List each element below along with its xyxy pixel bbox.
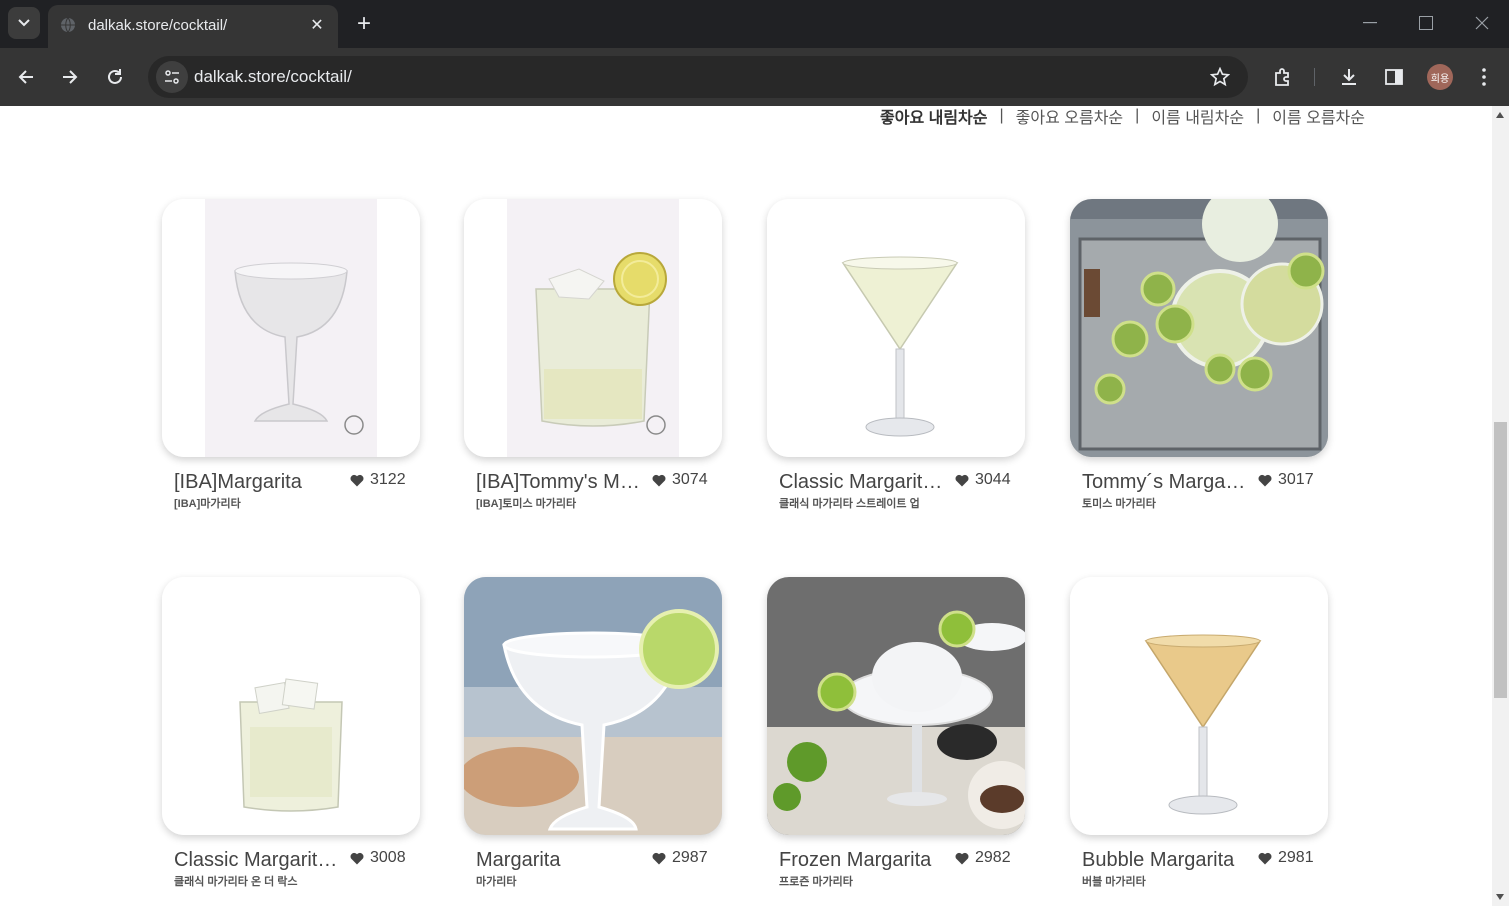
extensions-icon[interactable] <box>1268 62 1298 92</box>
heart-icon[interactable] <box>955 852 969 865</box>
globe-icon <box>61 17 75 33</box>
close-tab-icon[interactable]: ✕ <box>306 14 328 36</box>
like-count-value: 3017 <box>1278 471 1314 488</box>
cocktail-korean-name: 프로즌 마가리타 <box>779 876 853 888</box>
browser-toolbar: dalkak.store/cocktail/ 희용 <box>0 48 1509 106</box>
page-content: 좋아요 내림차순 | 좋아요 오름차순 | 이름 내림차순 | 이름 오름차순 … <box>0 106 1492 906</box>
bookmark-star-icon[interactable] <box>1208 65 1232 89</box>
heart-icon[interactable] <box>350 852 364 865</box>
like-count[interactable]: 2981 <box>1258 849 1314 867</box>
cocktail-image[interactable] <box>1070 577 1328 835</box>
sort-name-asc[interactable]: 이름 오름차순 <box>1272 106 1365 128</box>
cocktail-name[interactable]: Bubble Margarita <box>1082 849 1250 872</box>
heart-icon[interactable] <box>955 474 969 487</box>
sort-options: 좋아요 내림차순 | 좋아요 오름차순 | 이름 내림차순 | 이름 오름차순 <box>880 106 1365 128</box>
cocktail-image[interactable] <box>1070 199 1328 457</box>
cocktail-card[interactable]: Classic Margarita On The Rocks 클래식 마가리타 … <box>162 577 420 888</box>
cocktail-card[interactable]: Margarita 마가리타 2987 <box>464 577 722 888</box>
reload-icon[interactable] <box>100 62 130 92</box>
like-count-value: 3122 <box>370 471 406 488</box>
cocktail-image[interactable] <box>464 577 722 835</box>
menu-icon[interactable] <box>1469 62 1499 92</box>
cocktail-image[interactable] <box>162 577 420 835</box>
like-count[interactable]: 3008 <box>350 849 406 867</box>
site-info-icon[interactable] <box>156 61 188 93</box>
cocktail-card[interactable]: [IBA]Margarita [IBA]마가리타 3122 <box>162 199 420 510</box>
like-count-value: 3074 <box>672 471 708 488</box>
forward-icon[interactable] <box>55 62 85 92</box>
heart-icon[interactable] <box>350 474 364 487</box>
sort-likes-asc[interactable]: 좋아요 오름차순 <box>1016 106 1124 128</box>
like-count[interactable]: 3122 <box>350 471 406 489</box>
url-text[interactable]: dalkak.store/cocktail/ <box>194 67 352 87</box>
tab-title: dalkak.store/cocktail/ <box>88 17 228 34</box>
download-icon[interactable] <box>1334 62 1364 92</box>
heart-icon[interactable] <box>1258 474 1272 487</box>
toolbar-divider <box>1314 68 1315 86</box>
minimize-icon[interactable] <box>1355 8 1385 38</box>
like-count-value: 2982 <box>975 849 1011 866</box>
like-count-value: 3044 <box>975 471 1011 488</box>
new-tab-button[interactable]: + <box>350 10 378 38</box>
scroll-up-arrow-icon[interactable] <box>1496 112 1504 118</box>
cocktail-korean-name: 클래식 마가리타 스트레이트 업 <box>779 498 920 510</box>
cocktail-image[interactable] <box>162 199 420 457</box>
cocktail-card[interactable]: Bubble Margarita 버블 마가리타 2981 <box>1070 577 1328 888</box>
sort-name-desc[interactable]: 이름 내림차순 <box>1151 106 1244 128</box>
heart-icon[interactable] <box>652 474 666 487</box>
close-window-icon[interactable] <box>1467 8 1497 38</box>
sort-likes-desc[interactable]: 좋아요 내림차순 <box>880 106 988 128</box>
like-count[interactable]: 2987 <box>652 849 708 867</box>
cocktail-name[interactable]: Frozen Margarita <box>779 849 947 872</box>
profile-avatar[interactable]: 희용 <box>1427 64 1453 90</box>
cocktail-card[interactable]: Classic Margarita Straight Up 클래식 마가리타 스… <box>767 199 1025 510</box>
scrollbar-thumb[interactable] <box>1494 422 1507 698</box>
tab-strip: dalkak.store/cocktail/ ✕ + <box>0 0 1509 48</box>
chevron-down-icon <box>18 19 30 27</box>
cocktail-name[interactable]: Classic Margarita On The Rocks <box>174 849 342 872</box>
like-count-value: 2981 <box>1278 849 1314 866</box>
back-icon[interactable] <box>11 62 41 92</box>
cocktail-name[interactable]: Margarita <box>476 849 644 872</box>
maximize-icon[interactable] <box>1411 8 1441 38</box>
cocktail-card[interactable]: Frozen Margarita 프로즌 마가리타 2982 <box>767 577 1025 888</box>
sort-separator: | <box>999 107 1004 124</box>
like-count-value: 3008 <box>370 849 406 866</box>
like-count[interactable]: 3044 <box>955 471 1011 489</box>
side-panel-icon[interactable] <box>1379 62 1409 92</box>
like-count[interactable]: 2982 <box>955 849 1011 867</box>
cocktail-card[interactable]: Tommy´s Margarita 토미스 마가리타 3017 <box>1070 199 1328 510</box>
cocktail-korean-name: 토미스 마가리타 <box>1082 498 1156 510</box>
cocktail-image[interactable] <box>464 199 722 457</box>
like-count[interactable]: 3074 <box>652 471 708 489</box>
heart-icon[interactable] <box>652 852 666 865</box>
like-count-value: 2987 <box>672 849 708 866</box>
sort-separator: | <box>1135 107 1140 124</box>
browser-tab[interactable]: dalkak.store/cocktail/ ✕ <box>48 5 338 48</box>
heart-icon[interactable] <box>1258 852 1272 865</box>
cocktail-korean-name: [IBA]토미스 마가리타 <box>476 498 577 510</box>
cocktail-korean-name: 마가리타 <box>476 876 517 888</box>
cocktail-korean-name: [IBA]마가리타 <box>174 498 241 510</box>
like-count[interactable]: 3017 <box>1258 471 1314 489</box>
cocktail-name[interactable]: Classic Margarita Straight Up <box>779 471 947 494</box>
cocktail-image[interactable] <box>767 199 1025 457</box>
cocktail-korean-name: 클래식 마가리타 온 더 락스 <box>174 876 298 888</box>
address-bar[interactable]: dalkak.store/cocktail/ <box>148 56 1248 98</box>
cocktail-card[interactable]: [IBA]Tommy's Margarita [IBA]토미스 마가리타 307… <box>464 199 722 510</box>
cocktail-korean-name: 버블 마가리타 <box>1082 876 1146 888</box>
cocktail-image[interactable] <box>767 577 1025 835</box>
tab-search-button[interactable] <box>8 7 40 39</box>
cocktail-name[interactable]: Tommy´s Margarita <box>1082 471 1250 494</box>
cocktail-name[interactable]: [IBA]Margarita <box>174 471 342 494</box>
page-scrollbar[interactable] <box>1492 106 1509 906</box>
scroll-down-arrow-icon[interactable] <box>1496 894 1504 900</box>
cocktail-name[interactable]: [IBA]Tommy's Margarita <box>476 471 644 494</box>
sort-separator: | <box>1256 107 1261 124</box>
